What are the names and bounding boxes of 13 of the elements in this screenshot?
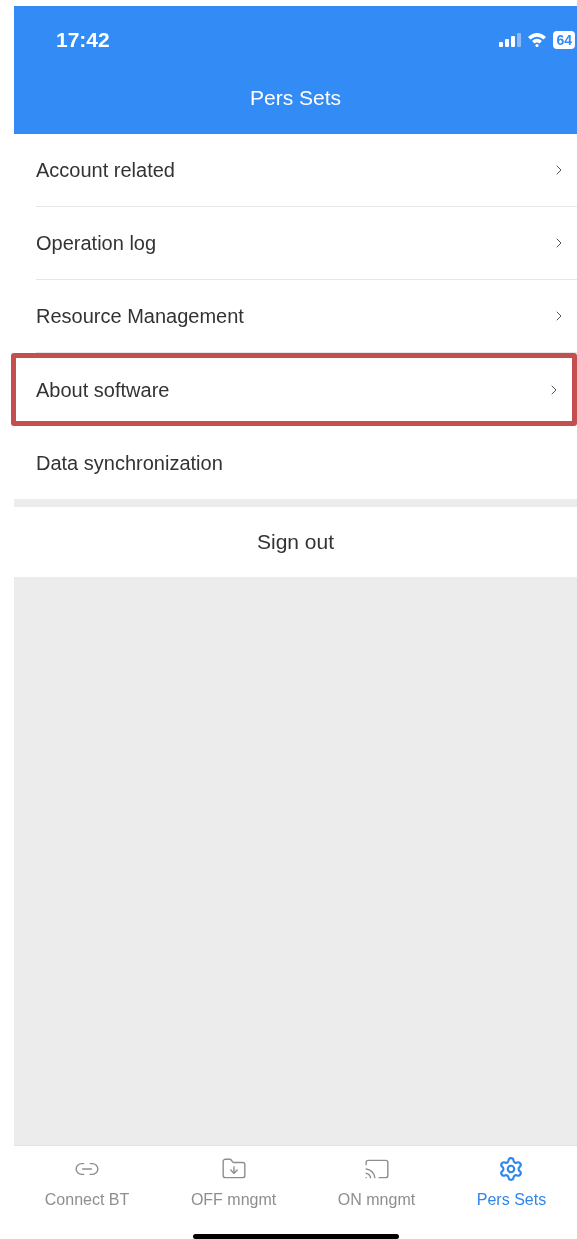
- menu-item[interactable]: About software: [11, 353, 577, 426]
- menu-item[interactable]: Resource Management: [36, 280, 577, 353]
- tab-item[interactable]: Pers Sets: [476, 1156, 547, 1212]
- wifi-icon: [527, 32, 548, 48]
- header-title: Pers Sets: [249, 85, 341, 111]
- battery-indicator: 64: [553, 30, 575, 49]
- menu-item[interactable]: Data synchronization: [36, 426, 577, 499]
- menu-item[interactable]: Account related: [36, 134, 577, 207]
- sign-out-button[interactable]: Sign out: [14, 507, 577, 577]
- signal-icon: [499, 32, 522, 47]
- status-time: 17:42: [56, 27, 110, 53]
- menu-item[interactable]: Operation log: [36, 207, 577, 280]
- gear-icon: [498, 1156, 525, 1182]
